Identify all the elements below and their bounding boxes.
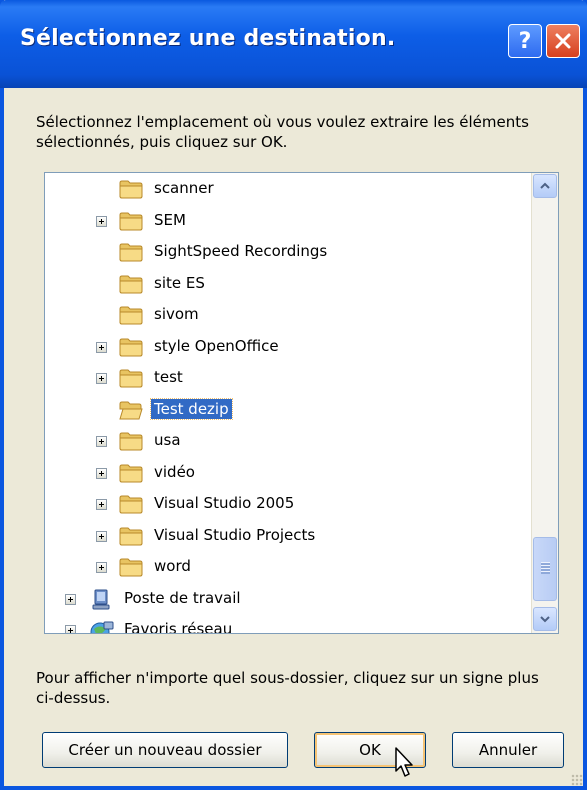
tree-item[interactable]: style OpenOffice (45, 334, 532, 360)
resize-grip[interactable] (571, 774, 583, 786)
tree-item-label: usa (154, 431, 181, 449)
folder-icon (119, 368, 143, 388)
vertical-scrollbar[interactable] (531, 173, 558, 633)
new-folder-button[interactable]: Créer un nouveau dossier (42, 732, 288, 768)
tree-item-label: scanner (154, 179, 214, 197)
network-icon (89, 620, 114, 633)
ok-button-label: OK (359, 741, 381, 759)
hint-text: Pour afficher n'importe quel sous-dossie… (36, 669, 539, 707)
tree-item[interactable]: test (45, 365, 532, 391)
expand-plus-icon[interactable] (96, 373, 107, 384)
folder-icon (119, 179, 143, 199)
expand-plus-icon[interactable] (96, 562, 107, 573)
tree-item[interactable]: sivom (45, 302, 532, 328)
tree-rows: scanner SEM SightSpeed Recordings site ES si… (45, 173, 532, 633)
title-bar[interactable]: Sélectionnez une destination. ? (0, 0, 587, 88)
tree-item[interactable]: site ES (45, 271, 532, 297)
tree-item[interactable]: Poste de travail (45, 586, 532, 612)
folder-icon (119, 242, 143, 262)
new-folder-button-label: Créer un nouveau dossier (68, 741, 262, 759)
tree-item[interactable]: Test dezip (45, 397, 532, 423)
tree-item-label: site ES (154, 273, 205, 292)
tree-item[interactable]: usa (45, 428, 532, 454)
folder-icon (119, 431, 143, 451)
folder-icon (119, 494, 143, 514)
cancel-button[interactable]: Annuler (452, 732, 564, 768)
tree-item[interactable]: SEM (45, 208, 532, 234)
mouse-cursor-icon (395, 747, 413, 777)
tree-item[interactable]: Visual Studio 2005 (45, 491, 532, 517)
help-icon: ? (518, 28, 532, 54)
folder-icon (119, 337, 143, 357)
cancel-button-label: Annuler (478, 741, 538, 759)
tree-item[interactable]: word (45, 554, 532, 580)
close-button[interactable] (546, 24, 580, 58)
tree-item-label: sivom (154, 305, 199, 323)
tree-item-label: Poste de travail (124, 588, 241, 607)
expand-plus-icon[interactable] (96, 436, 107, 447)
folder-icon (119, 463, 143, 483)
tree-item-label: SightSpeed Recordings (154, 242, 328, 260)
expand-plus-icon[interactable] (96, 530, 107, 542)
folder-icon (119, 274, 143, 294)
close-icon (555, 33, 571, 49)
expand-plus-icon[interactable] (96, 467, 107, 479)
expand-plus-icon[interactable] (96, 341, 107, 353)
help-button[interactable]: ? (508, 24, 542, 58)
tree-item-label: Visual Studio Projects (154, 525, 316, 544)
chevron-up-icon (540, 182, 550, 189)
tree-item[interactable]: scanner (45, 176, 532, 202)
folder-icon (119, 211, 143, 231)
scroll-up-button[interactable] (533, 174, 557, 198)
computer-icon (89, 589, 113, 609)
tree-item-label: Favoris réseau (124, 620, 233, 633)
tree-item[interactable]: Favoris réseau (45, 617, 532, 633)
expand-plus-icon[interactable] (65, 593, 76, 605)
scroll-thumb[interactable] (533, 537, 557, 601)
tree-item-label: test (154, 368, 183, 386)
expand-plus-icon[interactable] (65, 625, 76, 633)
tree-item[interactable]: Visual Studio Projects (45, 523, 532, 549)
tree-item-label: style OpenOffice (154, 336, 279, 355)
tree-item-label: vidéo (154, 462, 195, 481)
expand-plus-icon[interactable] (96, 215, 107, 227)
instructions-text: Sélectionnez l'emplacement où vous voule… (36, 113, 529, 151)
tree-item-label: Test dezip (150, 397, 233, 420)
chevron-down-icon (540, 616, 550, 623)
scroll-down-button[interactable] (533, 607, 557, 631)
tree-item-label: SEM (154, 210, 186, 229)
folder-icon (119, 526, 143, 546)
dialog-title: Sélectionnez une destination. (20, 26, 396, 51)
tree-item[interactable]: vidéo (45, 460, 532, 486)
folder-icon (119, 305, 143, 325)
tree-item[interactable]: SightSpeed Recordings (45, 239, 532, 265)
expand-plus-icon[interactable] (96, 499, 107, 510)
open-folder-icon (119, 400, 143, 420)
tree-item-label: word (154, 557, 191, 575)
folder-tree[interactable]: scanner SEM SightSpeed Recordings site ES si… (44, 172, 559, 634)
tree-item-label: Visual Studio 2005 (154, 494, 295, 512)
folder-icon (119, 557, 143, 577)
